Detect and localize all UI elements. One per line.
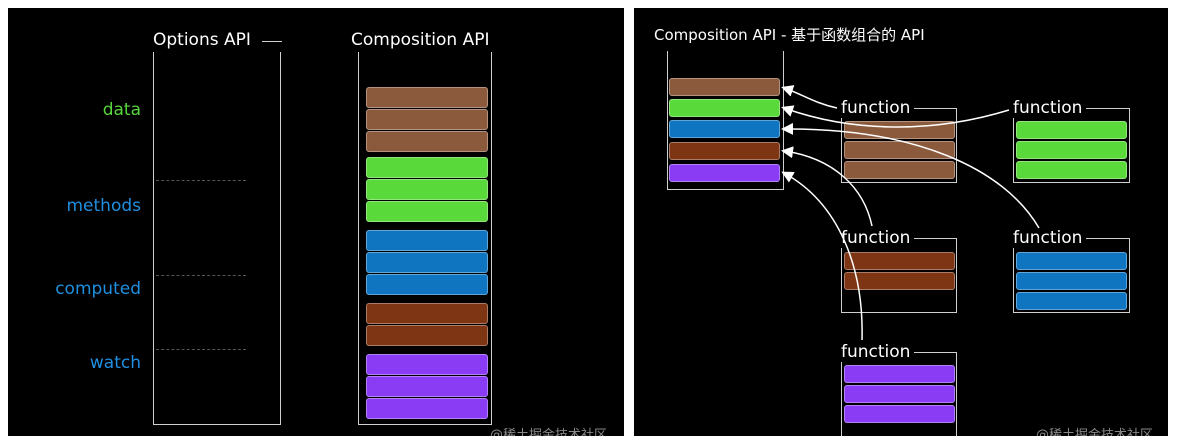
block-purple-3	[366, 398, 488, 419]
block-green-2	[366, 179, 488, 200]
block-brown-1	[366, 87, 488, 108]
block-purple-2	[366, 376, 488, 397]
options-title-rule	[262, 41, 282, 42]
block-brown-2	[366, 109, 488, 130]
label-data: data	[102, 100, 141, 120]
label-computed: computed	[55, 279, 141, 299]
block-blue-2	[366, 252, 488, 273]
arrow-brown	[781, 85, 838, 109]
options-api-title: Options API	[153, 30, 251, 50]
block-green-1	[366, 157, 488, 178]
composition-function-panel: Composition API - 基于函数组合的 API function f…	[634, 8, 1168, 436]
label-methods: methods	[66, 196, 141, 216]
divider-data-methods	[156, 180, 246, 181]
connector-arrows	[781, 85, 1040, 341]
block-green-3	[366, 201, 488, 222]
block-purple-1	[366, 354, 488, 375]
block-blue-3	[366, 274, 488, 295]
block-rust-2	[366, 325, 488, 346]
divider-methods-computed	[156, 275, 246, 276]
arrow-green	[781, 105, 1010, 128]
arrow-purple	[781, 171, 863, 341]
block-rust-1	[366, 303, 488, 324]
watermark-right: @稀土掘金技术社区	[1036, 428, 1154, 436]
divider-computed-watch	[156, 349, 246, 350]
block-blue-1	[366, 230, 488, 251]
watermark-left: @稀土掘金技术社区	[490, 428, 608, 436]
label-watch: watch	[89, 353, 141, 373]
block-brown-3	[366, 131, 488, 152]
arrow-rust	[781, 146, 873, 227]
options-api-column	[153, 52, 281, 425]
composition-api-title: Composition API	[351, 30, 490, 50]
options-vs-composition-panel: Options API Composition API data methods…	[8, 8, 624, 436]
arrow-blue	[781, 122, 1040, 229]
